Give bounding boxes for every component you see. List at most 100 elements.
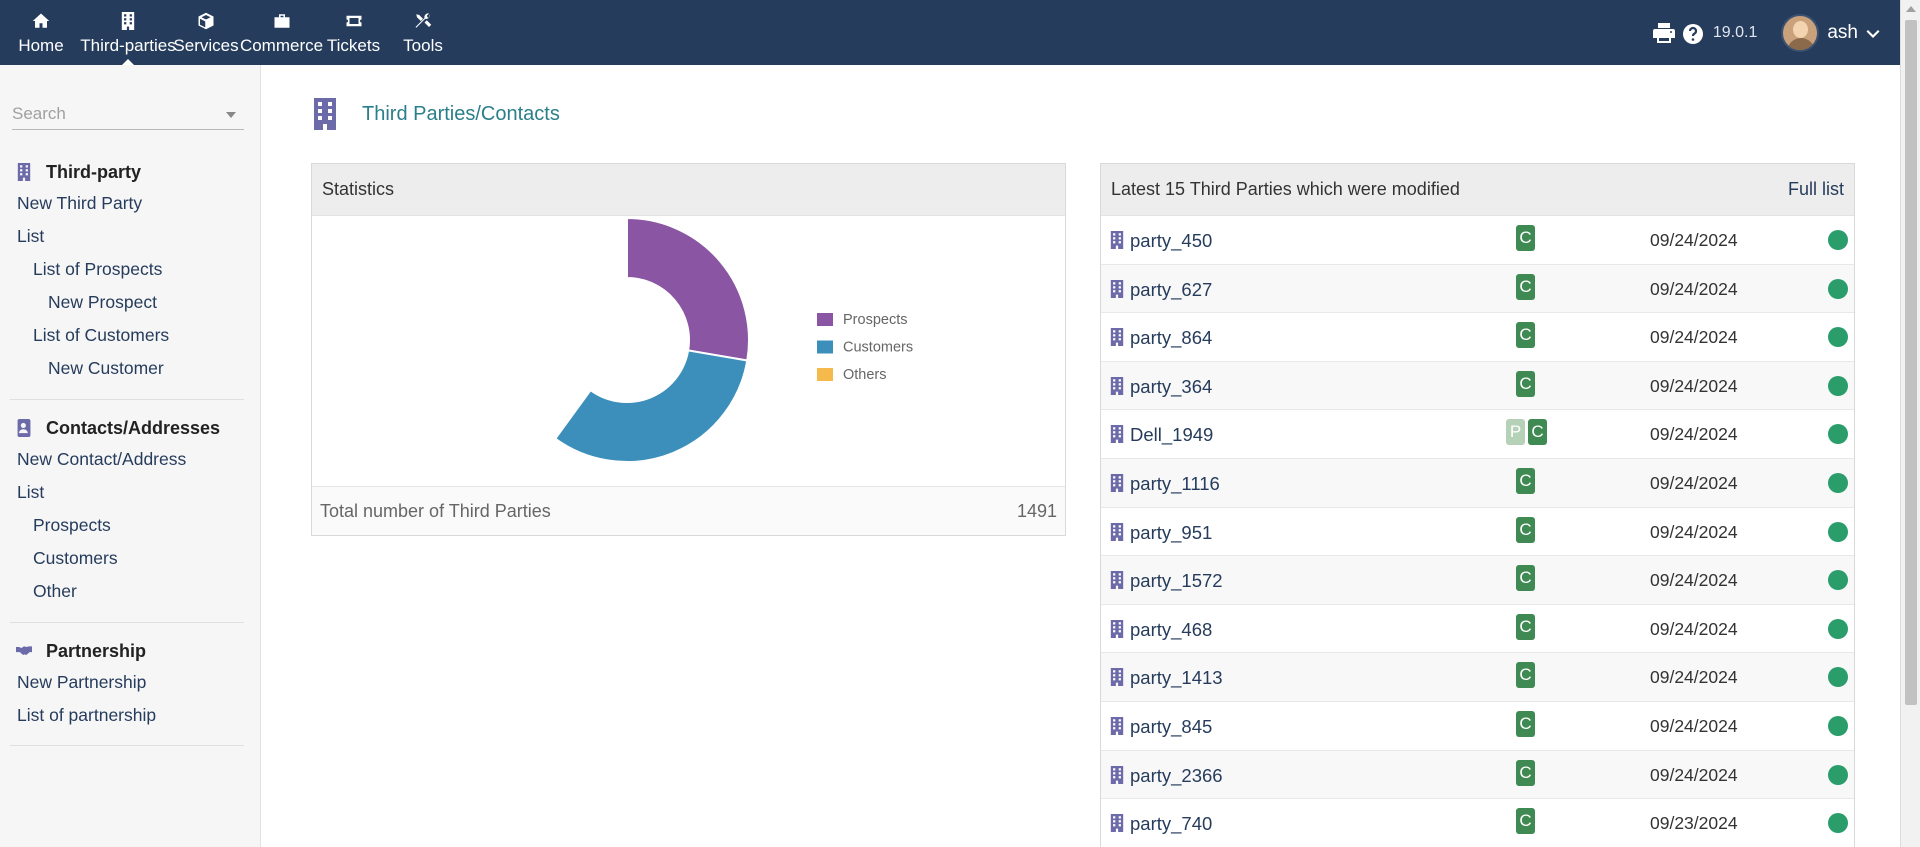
building-icon — [313, 98, 337, 130]
legend-label[interactable]: Prospects — [843, 312, 907, 328]
legend-label[interactable]: Others — [843, 367, 887, 383]
latest-title: Latest 15 Third Parties which were modif… — [1111, 179, 1460, 199]
modified-date: 09/24/2024 — [1650, 424, 1738, 445]
nav-item-tickets[interactable]: Tickets — [325, 0, 382, 65]
table-row: party_627 C 09/24/2024 — [1101, 264, 1854, 314]
scroll-up-icon[interactable] — [1906, 6, 1916, 12]
statistics-panel: Statistics Prospects Customers Others Tota… — [311, 163, 1066, 536]
help-icon[interactable] — [1681, 20, 1707, 46]
chevron-down-icon[interactable] — [1866, 26, 1880, 40]
top-right-tools: 19.0.1 ash — [1651, 0, 1880, 65]
address-book-icon — [16, 419, 32, 437]
menu-divider — [10, 399, 244, 400]
sidebar-link[interactable]: Other — [0, 575, 261, 608]
menu-divider — [10, 745, 244, 746]
modified-date: 09/24/2024 — [1650, 570, 1738, 591]
table-row: party_450 C 09/24/2024 — [1101, 216, 1854, 265]
nav-item-home[interactable]: Home — [0, 0, 82, 65]
status-indicator — [1828, 472, 1848, 493]
building-icon — [1110, 765, 1124, 784]
scrollbar-thumb[interactable] — [1905, 20, 1917, 705]
building-icon — [1110, 716, 1124, 735]
sidebar-link[interactable]: List of partnership — [0, 699, 261, 732]
table-row: party_364 C 09/24/2024 — [1101, 361, 1854, 411]
menu-section-label: Partnership — [46, 640, 147, 661]
table-row: party_1116 C 09/24/2024 — [1101, 458, 1854, 508]
nav-item-third-parties[interactable]: Third-parties — [80, 0, 176, 65]
third-party-link[interactable]: party_627 — [1130, 279, 1212, 301]
nav-item-services[interactable]: Services — [173, 0, 239, 65]
legend-label[interactable]: Customers — [843, 340, 913, 356]
customer-badge: C — [1516, 565, 1535, 592]
customer-badge: C — [1516, 322, 1535, 349]
third-party-link[interactable]: party_450 — [1130, 230, 1212, 252]
modified-date: 09/24/2024 — [1650, 667, 1738, 688]
print-icon[interactable] — [1651, 20, 1677, 46]
third-party-link[interactable]: party_845 — [1130, 716, 1212, 738]
modified-date: 09/24/2024 — [1650, 715, 1738, 736]
user-name[interactable]: ash — [1827, 22, 1858, 44]
nav-label: Tools — [403, 36, 443, 55]
modified-date: 09/24/2024 — [1650, 278, 1738, 299]
tools-icon — [412, 10, 434, 32]
search-box — [12, 100, 244, 130]
third-party-link[interactable]: party_468 — [1130, 619, 1212, 641]
full-list-link[interactable]: Full list — [1788, 179, 1844, 200]
menu-section-label: Contacts/Addresses — [46, 417, 221, 438]
sidebar-link[interactable]: List — [0, 220, 261, 253]
third-party-link[interactable]: party_1116 — [1130, 473, 1220, 495]
third-party-link[interactable]: party_951 — [1130, 522, 1212, 544]
search-input[interactable] — [12, 100, 212, 128]
status-indicator — [1828, 715, 1848, 736]
building-icon — [1110, 571, 1124, 590]
third-party-link[interactable]: party_364 — [1130, 376, 1212, 398]
menu-section-title[interactable]: Contacts/Addresses — [0, 413, 261, 443]
menu-section-title[interactable]: Third-party — [0, 157, 261, 187]
status-indicator — [1828, 424, 1848, 445]
sidebar-link[interactable]: New Contact/Address — [0, 443, 261, 476]
sidebar-link[interactable]: New Partnership — [0, 666, 261, 699]
status-indicator — [1828, 327, 1848, 348]
sidebar-link[interactable]: List of Customers — [0, 319, 261, 352]
sidebar-link[interactable]: List of Prospects — [0, 253, 261, 286]
status-indicator — [1828, 570, 1848, 591]
third-party-link[interactable]: party_1413 — [1130, 667, 1223, 689]
ticket-icon — [343, 10, 365, 32]
building-icon — [1110, 522, 1124, 541]
home-icon — [30, 10, 52, 32]
version-label: 19.0.1 — [1712, 23, 1758, 41]
sidebar-link[interactable]: New Prospect — [0, 286, 261, 319]
modified-date: 09/24/2024 — [1650, 230, 1738, 250]
chart-slice-prospects[interactable] — [626, 216, 750, 362]
total-row: Total number of Third Parties 1491 — [312, 486, 1065, 535]
sidebar-link[interactable]: List — [0, 476, 261, 509]
table-row: party_1572 C 09/24/2024 — [1101, 556, 1854, 605]
menu-section-title[interactable]: Partnership — [0, 636, 261, 666]
latest-third-parties-panel: Latest 15 Third Parties which were modif… — [1100, 163, 1855, 847]
third-party-link[interactable]: party_2366 — [1130, 765, 1223, 787]
third-party-link[interactable]: Dell_1949 — [1130, 424, 1213, 446]
search-dropdown-icon[interactable] — [226, 112, 236, 118]
page-scrollbar[interactable] — [1900, 0, 1920, 847]
building-icon — [1110, 814, 1124, 833]
building-icon — [1110, 668, 1124, 687]
user-avatar[interactable] — [1781, 13, 1820, 52]
nav-item-commerce[interactable]: Commerce — [238, 0, 325, 65]
third-party-link[interactable]: party_864 — [1130, 327, 1212, 349]
chart-slice-customers[interactable] — [553, 349, 749, 463]
sidebar-link[interactable]: New Third Party — [0, 187, 261, 220]
third-party-link[interactable]: party_740 — [1130, 813, 1212, 835]
customer-badge: C — [1516, 662, 1535, 689]
top-navbar: Home Third-parties Services Commerce Tickets… — [0, 0, 1900, 65]
nav-item-tools[interactable]: Tools — [382, 0, 464, 65]
table-row: party_864 C 09/24/2024 — [1101, 313, 1854, 362]
building-icon — [1110, 473, 1124, 492]
building-icon — [16, 163, 32, 181]
sidebar-link[interactable]: Customers — [0, 542, 261, 575]
legend-swatch — [817, 340, 833, 354]
third-party-link[interactable]: party_1572 — [1130, 570, 1223, 592]
sidebar-link[interactable]: New Customer — [0, 352, 261, 385]
sidebar-link[interactable]: Prospects — [0, 509, 261, 542]
customer-badge: C — [1528, 419, 1547, 446]
total-label: Total number of Third Parties — [320, 500, 551, 521]
